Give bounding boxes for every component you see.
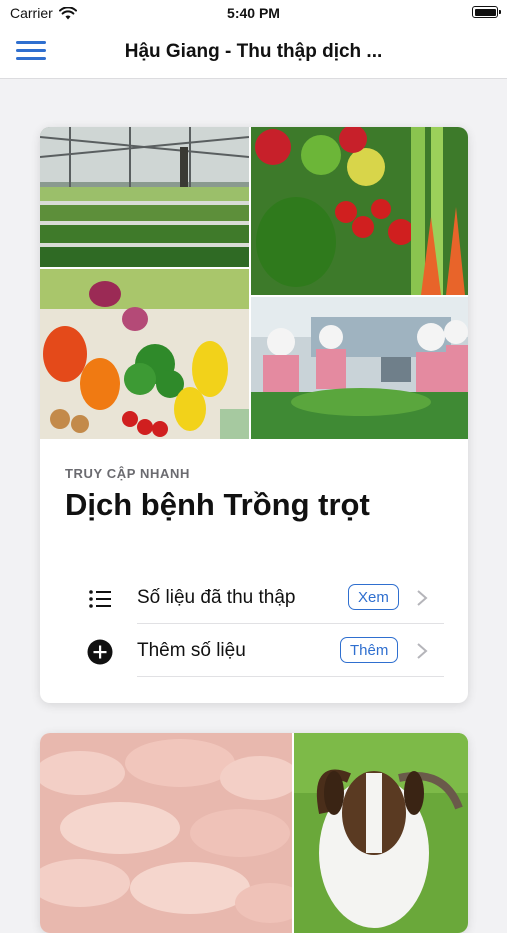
vegetables-image (251, 127, 468, 295)
page-title: Hậu Giang - Thu thập dịch ... (124, 41, 383, 62)
row-label: Số liệu đã thu thập (137, 587, 296, 608)
status-bar: Carrier 5:40 PM (0, 0, 507, 26)
food-processing-image (251, 297, 468, 439)
crop-disease-card: TRUY CẬP NHANH Dịch bệnh Trồng trọt Số l… (40, 127, 468, 703)
livestock-card[interactable] (40, 733, 468, 933)
hamburger-menu-icon[interactable] (16, 41, 46, 63)
add-data-row[interactable]: Thêm số liệu Thêm (40, 625, 468, 677)
chevron-right-icon (417, 590, 428, 606)
collected-data-row[interactable]: Số liệu đã thu thập Xem (40, 572, 468, 624)
card-title: Dịch bệnh Trồng trọt (65, 487, 370, 522)
section-label: TRUY CẬP NHANH (65, 466, 190, 481)
nav-bar: Hậu Giang - Thu thập dịch ... (0, 26, 507, 79)
pigs-image (40, 733, 292, 933)
add-button[interactable]: Thêm (340, 637, 399, 663)
view-button[interactable]: Xem (348, 584, 399, 610)
greenhouse-image (40, 127, 249, 267)
battery-icon (472, 6, 501, 18)
goat-image (294, 733, 468, 933)
produce-image (40, 269, 249, 439)
row-label: Thêm số liệu (137, 640, 246, 661)
chevron-right-icon (417, 643, 428, 659)
row-divider (137, 676, 444, 677)
card-image-mosaic (40, 127, 468, 439)
plus-circle-icon (87, 639, 113, 665)
row-divider (137, 623, 444, 624)
list-icon (89, 590, 111, 608)
status-time: 5:40 PM (227, 5, 280, 21)
